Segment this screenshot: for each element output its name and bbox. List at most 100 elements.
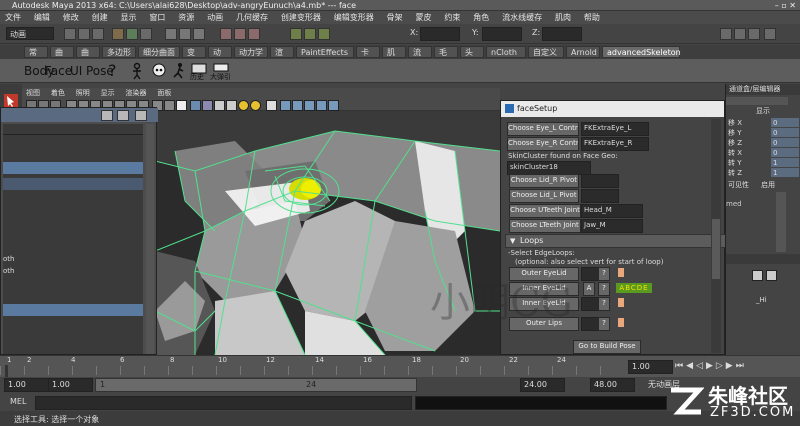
menu-edit-deformers[interactable]: 编辑变形器 bbox=[329, 11, 379, 24]
window-controls[interactable]: – ▫ ✕ bbox=[775, 0, 796, 11]
menu-skin[interactable]: 蒙皮 bbox=[411, 11, 437, 24]
smooth-shade-icon[interactable] bbox=[164, 100, 175, 111]
mask-icon[interactable] bbox=[165, 28, 177, 40]
choose-lid-l-pivot-button[interactable]: Choose Lid_L Pivot bbox=[509, 189, 579, 203]
shelf-tab-custom[interactable]: 自定义 bbox=[528, 46, 564, 58]
channel-box-scrollbar[interactable] bbox=[776, 192, 786, 252]
snap-point-icon[interactable] bbox=[248, 28, 260, 40]
layer-editor-tabs[interactable] bbox=[726, 254, 800, 264]
choose-eye-l-button[interactable]: Choose Eye_L Control bbox=[507, 122, 579, 136]
depth-of-field-icon[interactable] bbox=[328, 100, 339, 111]
channel-label-rx[interactable]: 转 X bbox=[728, 148, 742, 157]
panel-menu-show[interactable]: 显示 bbox=[97, 88, 119, 98]
current-time-marker[interactable] bbox=[5, 365, 8, 377]
toggle-icon[interactable] bbox=[176, 100, 187, 111]
render-icon[interactable] bbox=[290, 28, 302, 40]
shelf-tab-subdiv[interactable]: 细分曲面 bbox=[138, 46, 180, 58]
shaded-cube-icon[interactable] bbox=[190, 100, 201, 111]
inner-eyelid-2-field[interactable] bbox=[581, 297, 599, 311]
mask-icon[interactable] bbox=[193, 28, 205, 40]
new-layer-selected-icon[interactable] bbox=[766, 270, 777, 281]
shelf-tab-deformation[interactable]: 变形 bbox=[182, 46, 206, 69]
channel-label-rz[interactable]: 转 Z bbox=[728, 168, 742, 177]
start-time-field[interactable]: 1.00 bbox=[4, 378, 49, 392]
outer-lips-field[interactable] bbox=[581, 317, 599, 331]
menu-muscle[interactable]: 肌肉 bbox=[550, 11, 576, 24]
snap-curve-icon[interactable] bbox=[234, 28, 246, 40]
go-to-build-pose-button[interactable]: Go to Build Pose bbox=[573, 340, 641, 354]
panel-menu-view[interactable]: 视图 bbox=[22, 88, 44, 98]
new-layer-icon[interactable] bbox=[752, 270, 763, 281]
lid-r-pivot-field[interactable] bbox=[581, 174, 619, 188]
channel-label-ry[interactable]: 转 Y bbox=[728, 158, 742, 167]
channel-value-tz[interactable]: 0 bbox=[771, 138, 799, 147]
channel-value-tx[interactable]: 0 bbox=[771, 118, 799, 127]
maximize-button[interactable] bbox=[117, 110, 129, 121]
select-object-icon[interactable] bbox=[126, 28, 138, 40]
choose-eye-r-button[interactable]: Choose Eye_R Control bbox=[507, 137, 579, 151]
xray-icon[interactable] bbox=[266, 100, 277, 111]
ipr-render-icon[interactable] bbox=[304, 28, 316, 40]
command-input[interactable] bbox=[35, 396, 412, 410]
motion-blur-icon[interactable] bbox=[304, 100, 315, 111]
toggle-panel-icon[interactable] bbox=[734, 28, 746, 40]
choose-lid-r-pivot-button[interactable]: Choose Lid_R Pivot bbox=[509, 174, 579, 188]
shelf-tab-animation[interactable]: 动画 bbox=[208, 46, 232, 69]
shelf-tab-ncloth[interactable]: nCloth bbox=[486, 46, 526, 58]
y-field[interactable] bbox=[482, 27, 522, 41]
open-scene-icon[interactable] bbox=[78, 28, 90, 40]
eye-l-field[interactable]: FKExtraEye_L bbox=[581, 122, 649, 136]
x-field[interactable] bbox=[420, 27, 460, 41]
menu-animate[interactable]: 动画 bbox=[202, 11, 228, 24]
list-item-selected[interactable] bbox=[3, 178, 143, 190]
facesetup-scrollbar[interactable] bbox=[711, 119, 721, 353]
channel-box-tabs[interactable] bbox=[726, 97, 788, 105]
inner-eyelid-help-button[interactable]: ? bbox=[598, 282, 610, 296]
menu-help[interactable]: 帮助 bbox=[579, 11, 605, 24]
shelf-tab-advancedskeleton[interactable]: advancedSkeleton bbox=[602, 46, 681, 58]
outliner-title-bar[interactable] bbox=[1, 108, 158, 122]
checker-icon[interactable] bbox=[214, 100, 225, 111]
render-settings-icon[interactable] bbox=[318, 28, 330, 40]
a-button[interactable]: A bbox=[583, 282, 595, 296]
playback-start-field[interactable]: 1.00 bbox=[48, 378, 93, 392]
menu-constrain[interactable]: 约束 bbox=[439, 11, 465, 24]
channel-label-tz[interactable]: 移 Z bbox=[728, 138, 742, 147]
channel-value-rz[interactable]: 1 bbox=[771, 168, 799, 177]
shelf-tab-muscle[interactable]: 肌肉 bbox=[382, 46, 406, 69]
minimize-button[interactable] bbox=[101, 110, 113, 121]
menu-display[interactable]: 显示 bbox=[116, 11, 142, 24]
channel-value-rx[interactable]: 0 bbox=[771, 148, 799, 157]
channel-label-ty[interactable]: 移 Y bbox=[728, 128, 742, 137]
channel-box-toggle-icon[interactable] bbox=[764, 28, 776, 40]
skeleton-icon[interactable] bbox=[128, 62, 146, 80]
menu-create[interactable]: 创建 bbox=[87, 11, 113, 24]
choose-lteeth-joint-button[interactable]: Choose LTeeth Joint bbox=[509, 219, 581, 233]
select-hierarchy-icon[interactable] bbox=[112, 28, 124, 40]
menu-assets[interactable]: 资源 bbox=[173, 11, 199, 24]
wire-on-shaded-icon[interactable] bbox=[202, 100, 213, 111]
antialias-icon[interactable] bbox=[316, 100, 327, 111]
shelf-tab-painteffects[interactable]: PaintEffects bbox=[296, 46, 354, 58]
scrollbar-thumb[interactable] bbox=[712, 219, 720, 279]
menu-window[interactable]: 窗口 bbox=[144, 11, 170, 24]
new-scene-icon[interactable] bbox=[64, 28, 76, 40]
choose-uteeth-joint-button[interactable]: Choose UTeeth Joint bbox=[509, 204, 581, 218]
ambient-occlusion-icon[interactable] bbox=[292, 100, 303, 111]
range-bar[interactable]: 1 24 bbox=[95, 378, 417, 392]
list-item[interactable]: oth bbox=[3, 254, 143, 264]
shelf-tab-general[interactable]: 常规 bbox=[24, 46, 48, 69]
panel-menu-lighting[interactable]: 照明 bbox=[72, 88, 94, 98]
help-icon[interactable]: ? bbox=[108, 61, 126, 80]
save-scene-icon[interactable] bbox=[92, 28, 104, 40]
toggle-panel-icon[interactable] bbox=[748, 28, 760, 40]
select-component-icon[interactable] bbox=[140, 28, 152, 40]
mask-icon[interactable] bbox=[179, 28, 191, 40]
list-item[interactable] bbox=[3, 124, 143, 135]
channel-value-visibility[interactable]: 启用 bbox=[761, 180, 775, 190]
shelf-tab-fur[interactable]: 毛发 bbox=[434, 46, 458, 69]
outliner-scrollbar[interactable] bbox=[146, 124, 154, 354]
shelf-tab-curves[interactable]: 曲线 bbox=[50, 46, 74, 69]
outer-eyelid-field[interactable] bbox=[581, 267, 599, 281]
loops-section-header[interactable]: ▼ Loops bbox=[505, 234, 726, 248]
